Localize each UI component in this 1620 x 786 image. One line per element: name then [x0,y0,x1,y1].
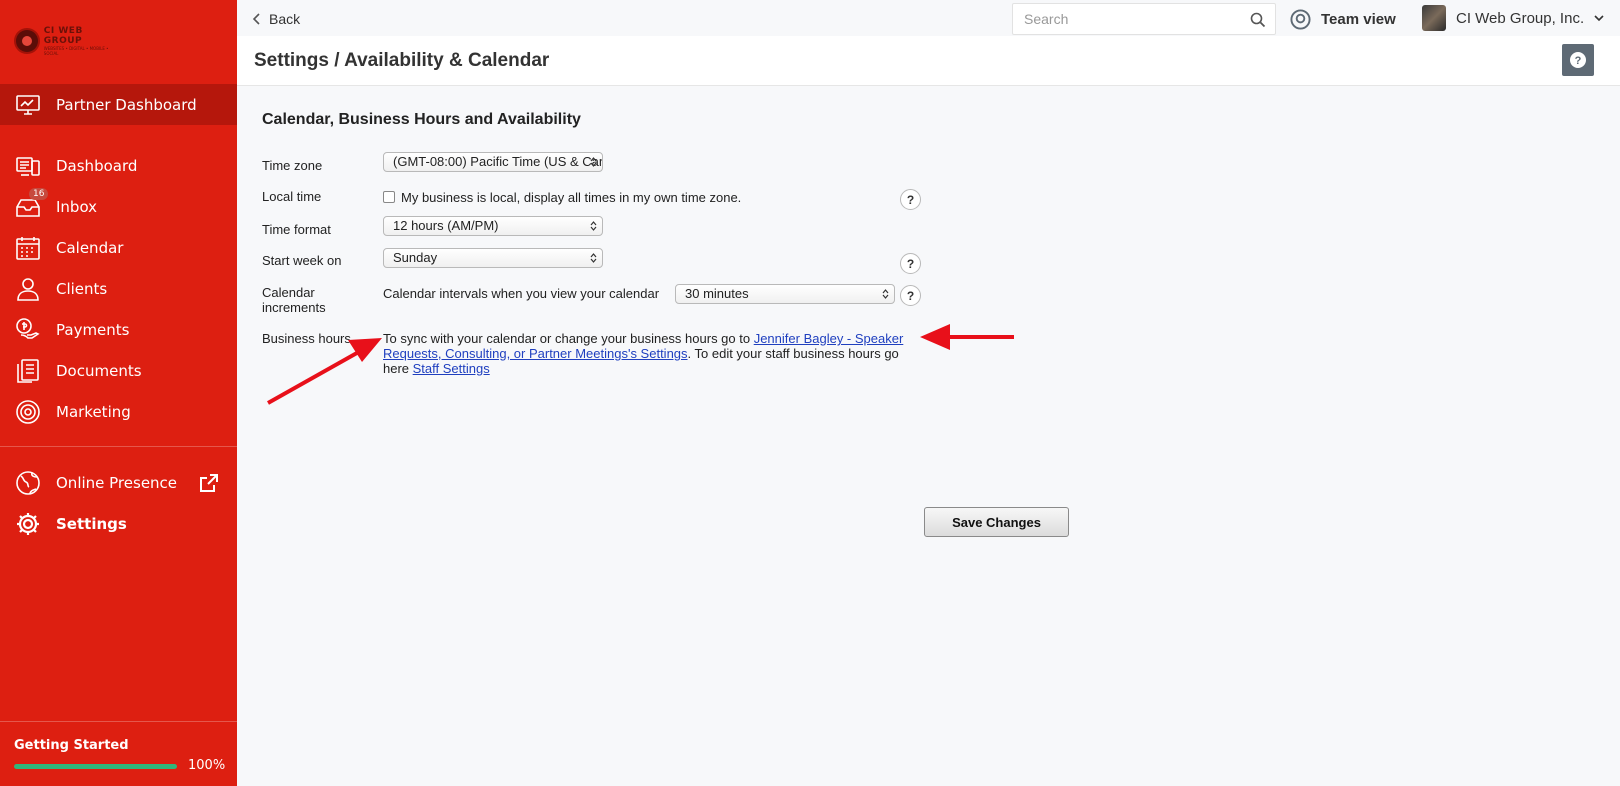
back-link[interactable]: Back [253,11,300,27]
sidebar-item-calendar[interactable]: Calendar [0,227,237,268]
select-arrows-icon [882,289,889,299]
globe-icon [14,469,42,497]
business-hours-text: To sync with your calendar or change you… [383,331,913,376]
start-week-help-icon[interactable]: ? [900,253,921,274]
search-input[interactable] [1013,4,1233,34]
sidebar-divider [0,446,237,447]
sidebar-item-dashboard[interactable]: Dashboard [0,145,237,186]
section-heading: Calendar, Business Hours and Availabilit… [262,111,581,128]
sidebar-item-payments[interactable]: Payments [0,309,237,350]
local-time-text: My business is local, display all times … [401,190,742,205]
avatar [1422,5,1446,31]
time-format-value: 12 hours (AM/PM) [393,218,499,233]
staff-settings-link[interactable]: Staff Settings [413,361,490,376]
search-icon[interactable] [1250,12,1266,28]
logo-text: CI WEB GROUP [43,26,83,46]
documents-icon [14,357,42,385]
progress-percent: 100% [188,758,226,773]
select-arrows-icon [590,253,597,263]
start-week-select[interactable]: Sunday [383,248,603,268]
time-format-select[interactable]: 12 hours (AM/PM) [383,216,603,236]
increments-text: Calendar intervals when you view your ca… [383,286,660,301]
increments-label-line2: increments [262,300,326,315]
increments-help-icon[interactable]: ? [900,285,921,306]
sidebar-item-label: Partner Dashboard [56,95,197,114]
sidebar-item-label: Inbox [56,197,98,216]
user-circle-icon [1290,9,1311,30]
search-box[interactable] [1012,3,1276,35]
increments-value: 30 minutes [685,286,749,301]
annotation-arrow-left [267,338,382,405]
save-changes-button[interactable]: Save Changes [924,507,1069,537]
sidebar-item-label: Marketing [56,402,131,421]
sidebar-item-online-presence[interactable]: Online Presence [0,462,237,503]
annotation-arrow-right [920,324,1014,350]
logo-tagline: WEBSITES • DIGITAL • MOBILE • SOCIAL [43,46,109,56]
sidebar-item-label: Documents [56,361,142,380]
sidebar-item-clients[interactable]: Clients [0,268,237,309]
logo-mark-icon [14,28,40,54]
sidebar: CI WEB GROUP WEBSITES • DIGITAL • MOBILE… [0,0,237,786]
annotation-arrows [267,324,1014,405]
sidebar-item-label: Clients [56,279,108,298]
sidebar-item-label: Settings [56,514,127,533]
dashboard-icon [14,152,42,180]
sidebar-item-label: Calendar [56,238,124,257]
sidebar-item-inbox[interactable]: 16 Inbox [0,186,237,227]
title-bar: Settings / Availability & Calendar ? [237,36,1620,86]
chevron-left-icon [253,13,260,25]
company-logo[interactable]: CI WEB GROUP WEBSITES • DIGITAL • MOBILE… [14,26,124,56]
page-title: Settings / Availability & Calendar [254,50,550,71]
monitor-icon [14,91,42,119]
svg-text:?: ? [1575,55,1582,67]
local-time-label: Local time [262,189,322,204]
back-label: Back [269,11,301,27]
time-zone-value: (GMT-08:00) Pacific Time (US & Canada) [393,154,602,169]
business-hours-text-1: To sync with your calendar or change you… [383,331,754,346]
select-arrows-icon [590,157,597,167]
local-time-checkbox[interactable] [383,191,395,203]
clients-icon [14,275,42,303]
business-hours-label: Business hours [262,331,351,346]
help-icon: ? [1570,52,1586,68]
company-name: CI Web Group, Inc. [1456,9,1585,27]
getting-started-progress [14,764,177,769]
sidebar-item-label: Payments [56,320,130,339]
team-view-button[interactable]: Team view [1290,9,1396,30]
increments-label-line1: Calendar [262,285,315,300]
sidebar-item-settings[interactable]: Settings [0,503,237,544]
top-bar: Back Team view CI Web Group, Inc. [237,0,1620,36]
gear-icon [14,510,42,538]
getting-started-label[interactable]: Getting Started [14,738,129,753]
sidebar-item-label: Online Presence [56,473,178,492]
inbox-count-badge: 16 [29,188,49,200]
time-zone-select[interactable]: (GMT-08:00) Pacific Time (US & Canada) [383,152,603,172]
time-format-label: Time format [262,222,331,237]
external-link-icon[interactable] [199,473,219,493]
progress-fill [14,764,177,769]
local-time-help-icon[interactable]: ? [900,189,921,210]
sidebar-divider [0,721,237,722]
calendar-icon [14,234,42,262]
start-week-value: Sunday [393,250,438,265]
marketing-icon [14,398,42,426]
sidebar-item-marketing[interactable]: Marketing [0,391,237,432]
chevron-down-icon [1594,15,1604,22]
sidebar-item-label: Dashboard [56,156,138,175]
payments-icon [14,316,42,344]
sidebar-item-partner-dashboard[interactable]: Partner Dashboard [0,84,237,125]
increments-select[interactable]: 30 minutes [675,284,895,304]
account-menu[interactable]: CI Web Group, Inc. [1422,5,1604,31]
sidebar-item-documents[interactable]: Documents [0,350,237,391]
start-week-label: Start week on [262,253,342,268]
team-view-label: Team view [1321,11,1396,28]
time-zone-label: Time zone [262,158,323,173]
select-arrows-icon [590,221,597,231]
help-button[interactable]: ? [1562,44,1594,76]
